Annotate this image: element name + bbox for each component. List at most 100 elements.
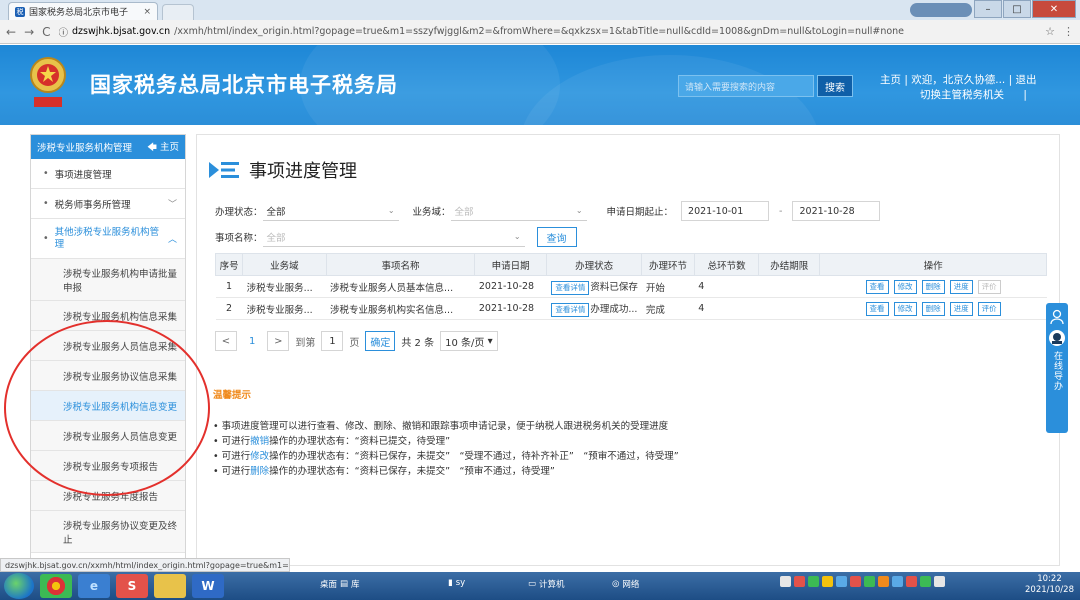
goto-confirm-button[interactable]: 确定: [365, 331, 396, 351]
bookmark-star-icon[interactable]: ☆: [1045, 25, 1055, 38]
status-select[interactable]: 全部 ⌄: [262, 201, 399, 221]
tray-icon[interactable]: [920, 576, 931, 587]
browser-tab[interactable]: 税 国家税务总局北京市电子 ×: [8, 2, 158, 20]
view-detail-button[interactable]: 查看详情: [551, 280, 590, 295]
bullet-icon: •: [43, 168, 49, 179]
progress-button[interactable]: 进度: [949, 301, 973, 316]
sidebar-subitem-active[interactable]: 涉税专业服务机构信息变更: [31, 391, 185, 421]
window-close-icon[interactable]: ✕: [1032, 0, 1076, 18]
library-icon: ▤: [340, 579, 349, 589]
edit-button[interactable]: 修改: [893, 301, 917, 316]
browser-status-bar: dzswjhk.bjsat.gov.cn/xxmh/html/index_ori…: [0, 558, 290, 572]
taskbar-clock[interactable]: 10:22 2021/10/28: [1025, 574, 1074, 596]
date-to-input[interactable]: 2021-10-28: [792, 201, 881, 221]
sidebar-subitem[interactable]: 涉税专业服务协议信息采集: [31, 361, 185, 391]
sidebar-subitem[interactable]: 涉税专业服务人员信息采集: [31, 331, 185, 361]
sidebar-subitem[interactable]: 涉税专业服务机构信息采集: [31, 301, 185, 331]
taskbar-sy[interactable]: ▮ sy: [448, 578, 465, 588]
new-tab-button[interactable]: [162, 4, 194, 20]
view-detail-button[interactable]: 查看详情: [551, 302, 590, 317]
sidebar-subitem[interactable]: 涉税专业服务机构申请批量申报: [31, 259, 185, 301]
sidebar-home-link[interactable]: 🡄 主页: [147, 139, 179, 156]
date-from-input[interactable]: 2021-10-01: [681, 201, 770, 221]
tray-icon[interactable]: [864, 576, 875, 587]
edit-button[interactable]: 修改: [893, 279, 917, 294]
network-icon: ◎: [612, 579, 620, 589]
maximize-icon[interactable]: □: [1003, 0, 1031, 18]
cell-no: 1: [215, 275, 243, 298]
delete-button[interactable]: 删除: [921, 301, 945, 316]
tip-text: 操作的办理状态有：“资料已提交，待受理”: [269, 436, 451, 447]
browser-menu-icon[interactable]: ⋮: [1063, 25, 1074, 38]
prev-page-button[interactable]: <: [215, 331, 237, 351]
delete-button[interactable]: 删除: [921, 279, 945, 294]
rate-button[interactable]: 评价: [977, 279, 1001, 294]
domain-select[interactable]: 全部 ⌄: [450, 201, 587, 221]
goto-page-input[interactable]: 1: [321, 331, 344, 351]
sidebar-item-tax-agent-firm[interactable]: • 税务师事务所管理 ﹀: [31, 189, 185, 219]
sidebar-subitem[interactable]: 涉税专业服务人员信息变更: [31, 421, 185, 451]
tray-icon[interactable]: [934, 576, 945, 587]
app-s-icon[interactable]: S: [116, 574, 148, 598]
next-page-button[interactable]: >: [267, 331, 290, 351]
cell-status: 查看详情 办理成功...: [546, 297, 642, 320]
user-icon: [1050, 309, 1064, 325]
tray-icon[interactable]: [780, 576, 791, 587]
progress-button[interactable]: 进度: [949, 279, 973, 294]
tray-icon[interactable]: [808, 576, 819, 587]
tray-icon[interactable]: [878, 576, 889, 587]
current-page[interactable]: 1: [243, 336, 261, 347]
library-label: 库: [351, 580, 360, 590]
chrome-icon[interactable]: [40, 574, 72, 598]
query-button[interactable]: 查询: [536, 227, 577, 247]
chevron-down-icon: ﹀: [167, 200, 177, 210]
col-header: 办结期限: [758, 253, 821, 276]
switch-tax-office-link[interactable]: 切换主管税务机关: [920, 89, 1004, 101]
forward-icon[interactable]: →: [24, 25, 34, 39]
sidebar-subitem[interactable]: 涉税专业服务年度报告: [31, 481, 185, 511]
sidebar-subitem[interactable]: 涉税专业服务协议变更及终止: [31, 511, 185, 553]
view-button[interactable]: 查看: [865, 301, 889, 316]
profile-badge[interactable]: [910, 3, 972, 17]
folder-icon[interactable]: [154, 574, 186, 598]
start-button[interactable]: [4, 573, 34, 599]
taskbar-desktop-lib[interactable]: 桌面 ▤ 库: [320, 578, 360, 590]
tray-icon[interactable]: [906, 576, 917, 587]
back-icon[interactable]: ←: [6, 25, 16, 39]
sidebar-item-progress[interactable]: • 事项进度管理: [31, 159, 185, 189]
tray-icon[interactable]: [836, 576, 847, 587]
tray-icon[interactable]: [850, 576, 861, 587]
reload-icon[interactable]: C: [42, 25, 50, 39]
view-button[interactable]: 查看: [865, 279, 889, 294]
tray-icon[interactable]: [892, 576, 903, 587]
table-row: 2 涉税专业服务... 涉税专业服务机构实名信息... 2021-10-28 查…: [215, 297, 1047, 320]
cell-deadline: [758, 275, 820, 298]
link-sep: |: [1023, 89, 1027, 101]
tab-close-icon[interactable]: ×: [143, 7, 151, 17]
page-size-select[interactable]: 10 条/页 ▾: [440, 331, 498, 351]
taskbar-computer[interactable]: ▭ 计算机: [528, 578, 565, 590]
home-link[interactable]: 主页: [880, 74, 901, 86]
tray-icon[interactable]: [822, 576, 833, 587]
sidebar-subitem[interactable]: 涉税专业服务专项报告: [31, 451, 185, 481]
cell-date: 2021-10-28: [474, 275, 547, 298]
site-search-button[interactable]: 搜索: [817, 75, 853, 97]
word-icon[interactable]: W: [192, 574, 224, 598]
online-guide-widget[interactable]: 在线导办: [1046, 303, 1068, 433]
rate-button[interactable]: 评价: [977, 301, 1001, 316]
info-icon[interactable]: ⓘ: [59, 25, 69, 39]
taskbar-network[interactable]: ◎ 网络: [612, 578, 639, 590]
url-field[interactable]: ⓘ dzswjhk.bjsat.gov.cn/xxmh/html/index_o…: [59, 25, 1038, 39]
ie-icon[interactable]: e: [78, 574, 110, 598]
site-search-input[interactable]: 请输入需要搜索的内容: [678, 75, 814, 97]
col-header: 序号: [214, 253, 244, 276]
minimize-icon[interactable]: –: [974, 0, 1002, 18]
chevron-up-icon: ︿: [167, 235, 177, 245]
logout-link[interactable]: 退出: [1015, 74, 1036, 86]
pagination: < 1 > 到第 1 页 确定 共 2 条 10 条/页 ▾: [215, 331, 498, 351]
item-name-select[interactable]: 全部 ⌄: [262, 227, 525, 247]
sidebar-item-other-agencies[interactable]: • 其他涉税专业服务机构管理 ︿: [31, 219, 185, 259]
page-unit: 页: [349, 337, 360, 349]
tray-icon[interactable]: [794, 576, 805, 587]
chevron-down-icon: ⌄: [575, 206, 583, 215]
